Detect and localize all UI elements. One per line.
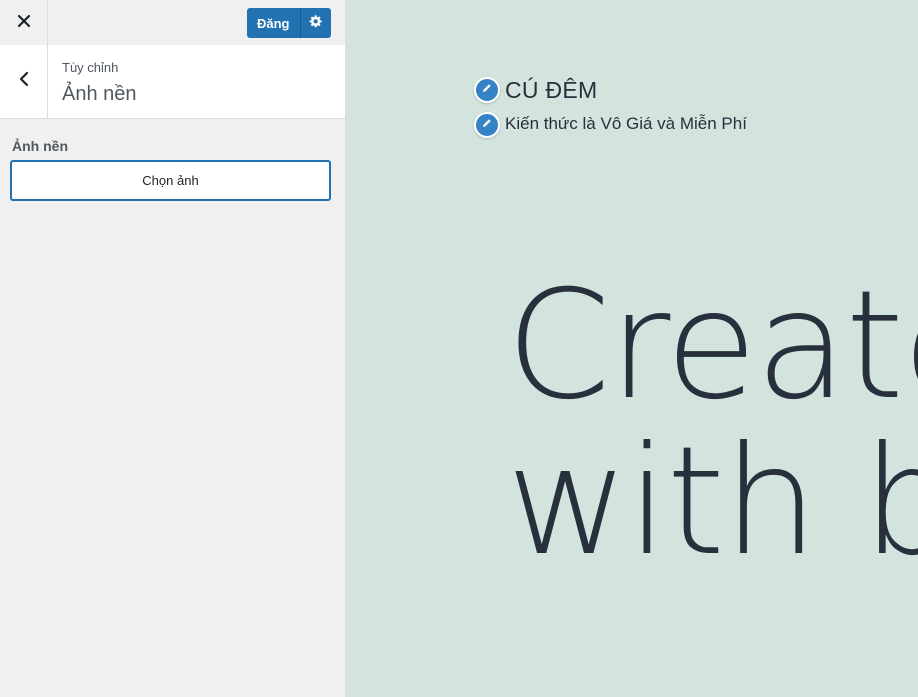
gear-icon [309, 14, 323, 33]
customizer-sidebar: Đăng Tùy chỉnh Ảnh nền Ảnh nền Chọn ảnh [0, 0, 346, 697]
choose-image-button[interactable]: Chọn ảnh [11, 161, 330, 200]
section-title: Ảnh nền [62, 83, 137, 105]
section-header: Tùy chỉnh Ảnh nền [0, 45, 345, 119]
pencil-icon [481, 81, 493, 99]
publish-actions: Đăng [247, 8, 331, 38]
publish-button[interactable]: Đăng [247, 8, 301, 38]
edit-tagline-button[interactable] [474, 112, 500, 138]
background-image-label: Ảnh nền [12, 138, 68, 154]
edit-site-title-button[interactable] [474, 77, 500, 103]
breadcrumb: Tùy chỉnh [62, 60, 119, 75]
close-icon [17, 14, 30, 32]
site-tagline: Kiến thức là Vô Giá và Miễn Phí [505, 114, 747, 133]
customizer-header: Đăng [0, 0, 345, 46]
pencil-icon [481, 116, 493, 134]
publish-settings-button[interactable] [300, 8, 331, 38]
hero-heading: Create with blo [506, 268, 918, 580]
chevron-left-icon [19, 71, 29, 92]
site-title: CÚ ĐÊM [505, 77, 598, 103]
hero-line-2: with blo [506, 415, 918, 589]
close-button[interactable] [0, 0, 48, 45]
site-preview: CÚ ĐÊM Kiến thức là Vô Giá và Miễn Phí C… [346, 0, 918, 697]
hero-line-1: Create [506, 259, 918, 433]
back-button[interactable] [0, 45, 48, 118]
